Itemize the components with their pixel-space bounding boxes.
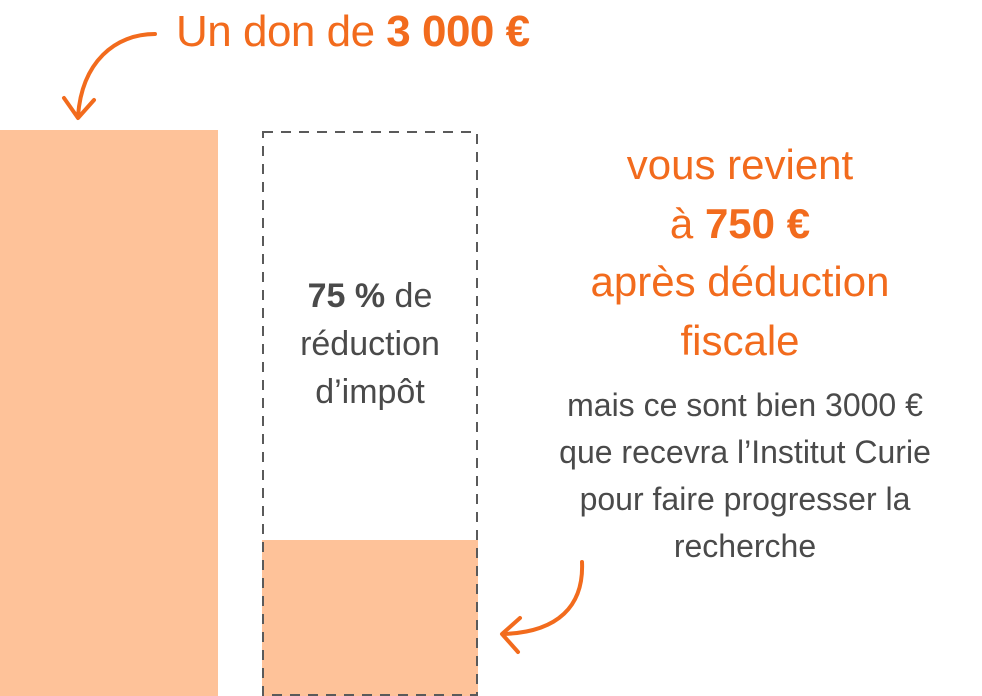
result-line1: vous revient xyxy=(626,141,854,188)
reduction-line1: 75 % de xyxy=(266,272,474,320)
note-line3: pour faire progresser la xyxy=(579,481,911,517)
reduction-line1-rest: de xyxy=(385,277,433,315)
result-line2-prefix: à xyxy=(669,199,705,247)
note-label: mais ce sont bien 3000 € que recevra l’I… xyxy=(500,382,982,570)
result-amount: 750 € xyxy=(704,199,811,247)
headline-amount: 3 000 € xyxy=(386,7,530,56)
reduction-percent: 75 % xyxy=(307,277,386,315)
result-label: vous revient à 750 € après déduction fis… xyxy=(530,136,950,370)
net-cost-bar xyxy=(262,540,478,696)
headline: Un don de 3 000 € xyxy=(176,4,530,60)
result-line3: après déduction xyxy=(590,258,890,305)
result-line4: fiscale xyxy=(680,316,800,364)
reduction-line2: réduction xyxy=(300,325,440,363)
curved-arrow-down-icon xyxy=(62,32,157,120)
donation-bar xyxy=(0,130,218,696)
headline-prefix: Un don de xyxy=(176,7,387,56)
result-line2: à 750 € xyxy=(530,195,950,254)
curved-arrow-left-icon xyxy=(500,560,585,654)
reduction-label: 75 % de réduction d’impôt xyxy=(266,272,474,416)
reduction-line3: d’impôt xyxy=(315,373,425,411)
note-line2: que recevra l’Institut Curie xyxy=(559,434,931,470)
note-line1: mais ce sont bien 3000 € xyxy=(567,387,923,423)
